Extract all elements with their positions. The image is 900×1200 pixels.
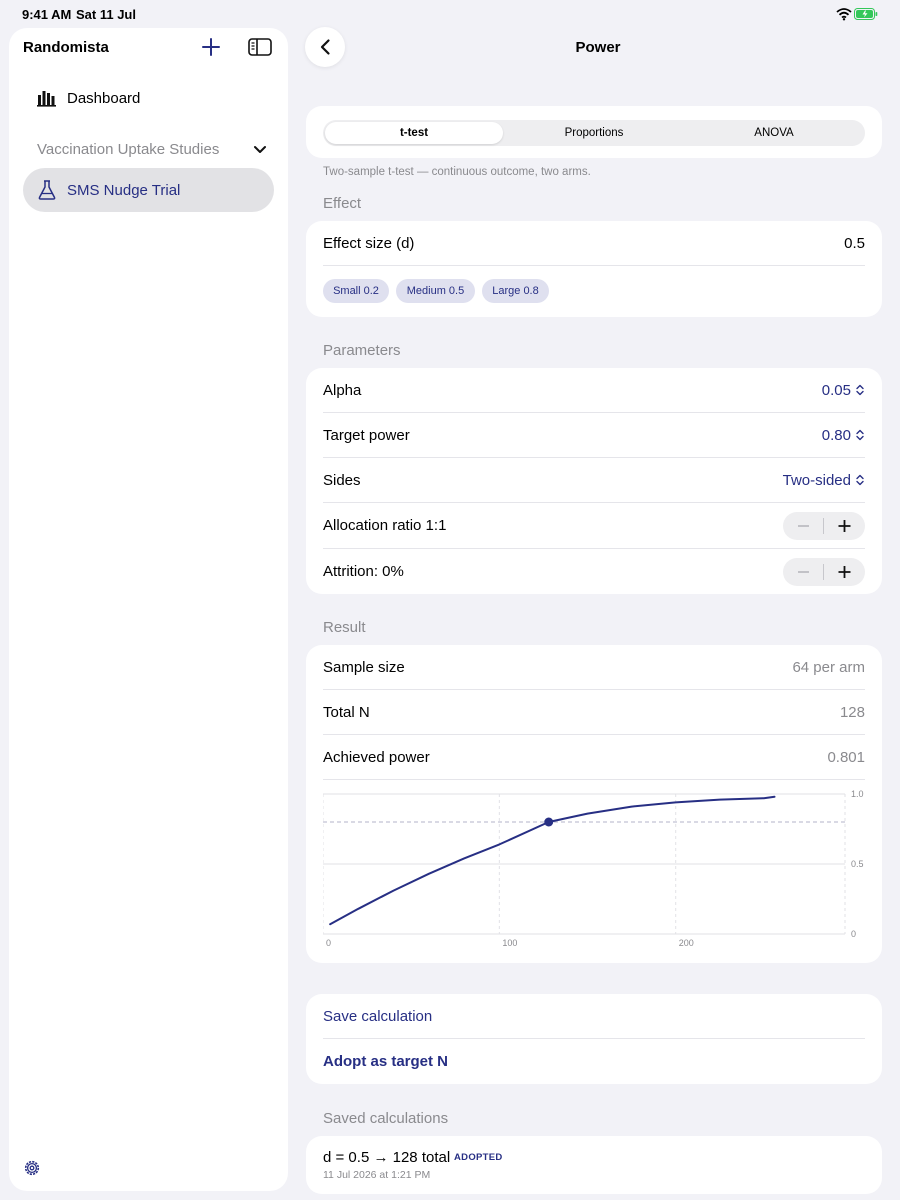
divider	[323, 779, 865, 780]
actions-card: Save calculation Adopt as target N	[306, 994, 882, 1084]
y-tick-label: 0.5	[851, 859, 864, 869]
test-type-card: t-test Proportions ANOVA	[306, 106, 882, 158]
attrition-stepper[interactable]	[783, 558, 865, 586]
minus-icon[interactable]	[783, 558, 824, 586]
sample-size-label: Sample size	[323, 659, 405, 676]
effect-section-header: Effect	[323, 195, 362, 212]
attrition-row: Attrition: 0%	[323, 549, 865, 594]
saved-calculation-date: 11 Jul 2026 at 1:21 PM	[323, 1169, 431, 1181]
x-tick-label: 0	[326, 938, 331, 948]
flask-icon	[38, 180, 56, 200]
chevron-up-down-icon	[856, 384, 864, 396]
alpha-value: 0.05	[821, 382, 851, 399]
divider	[323, 265, 865, 266]
preset-small-chip[interactable]: Small 0.2	[323, 279, 389, 303]
achieved-power-row: Achieved power 0.801	[323, 735, 865, 780]
sidebar-group-label: Vaccination Uptake Studies	[37, 141, 220, 158]
gear-icon[interactable]	[23, 1159, 41, 1177]
effect-size-row[interactable]: Effect size (d) 0.5	[323, 221, 865, 266]
adopt-target-label: Adopt as target N	[323, 1053, 449, 1070]
target-power-row[interactable]: Target power 0.80	[323, 413, 865, 458]
sample-size-value: 64 per arm	[792, 659, 865, 676]
wifi-icon	[836, 8, 852, 21]
current-n-marker	[544, 817, 554, 827]
sides-label: Sides	[323, 472, 361, 489]
target-power-label: Target power	[323, 427, 410, 444]
preset-medium-chip[interactable]: Medium 0.5	[396, 279, 475, 303]
adopted-badge: ADOPTED	[454, 1152, 503, 1163]
adopt-target-button[interactable]: Adopt as target N	[323, 1039, 865, 1084]
achieved-power-value: 0.801	[827, 749, 865, 766]
sides-picker[interactable]: Two-sided	[783, 472, 865, 489]
parameters-section-header: Parameters	[323, 342, 401, 359]
tab-t-test[interactable]: t-test	[325, 122, 503, 144]
result-card: Sample size 64 per arm Total N 128 Achie…	[306, 645, 882, 963]
sides-value: Two-sided	[782, 472, 851, 489]
plus-icon[interactable]	[824, 512, 865, 540]
attrition-label: Attrition: 0%	[323, 563, 404, 580]
saved-calculation-title: d = 0.5 → 128 total	[323, 1149, 451, 1166]
saved-section-header: Saved calculations	[323, 1110, 449, 1127]
app-title: Randomista	[23, 39, 109, 56]
chevron-up-down-icon	[856, 474, 864, 486]
chevron-up-down-icon	[856, 429, 864, 441]
total-n-value: 128	[839, 704, 865, 721]
x-tick-label: 200	[679, 938, 694, 948]
sidebar-item-label: Dashboard	[67, 90, 141, 107]
sidebar-toggle-icon[interactable]	[248, 37, 272, 57]
minus-icon[interactable]	[783, 512, 824, 540]
status-date: Sat 11 Jul	[76, 7, 136, 22]
result-section-header: Result	[323, 619, 366, 636]
sample-size-row: Sample size 64 per arm	[323, 645, 865, 690]
tab-proportions[interactable]: Proportions	[505, 122, 683, 144]
power-curve-chart: 0 100 200 0 0.5 1.0	[323, 789, 864, 948]
total-n-label: Total N	[323, 704, 370, 721]
target-power-picker[interactable]: 0.80	[822, 427, 865, 444]
alpha-row[interactable]: Alpha 0.05	[323, 368, 865, 413]
test-caption: Two-sample t-test — continuous outcome, …	[323, 166, 591, 178]
status-time: 9:41 AM	[22, 7, 72, 22]
x-tick-label: 100	[502, 938, 517, 948]
sidebar-group-header[interactable]: Vaccination Uptake Studies	[37, 139, 267, 161]
effect-card: Effect size (d) 0.5 Small 0.2 Medium 0.5…	[306, 221, 882, 317]
effect-size-label: Effect size (d)	[323, 235, 415, 252]
allocation-stepper[interactable]	[783, 512, 865, 540]
battery-icon	[854, 8, 878, 20]
y-tick-label: 0	[851, 929, 856, 939]
bar-chart-icon	[37, 91, 56, 107]
power-curve-line	[329, 795, 776, 926]
save-calculation-label: Save calculation	[323, 1008, 433, 1025]
preset-large-chip[interactable]: Large 0.8	[482, 279, 549, 303]
parameters-card: Alpha 0.05 Target power 0.80 Sides Two-s…	[306, 368, 882, 594]
alpha-label: Alpha	[323, 382, 362, 399]
effect-size-value[interactable]: 0.5	[844, 235, 865, 252]
page-title: Power	[575, 39, 621, 56]
allocation-row: Allocation ratio 1:1	[323, 503, 865, 548]
target-power-value: 0.80	[821, 427, 851, 444]
saved-calculation-item[interactable]: d = 0.5 → 128 total ADOPTED 11 Jul 2026 …	[306, 1136, 882, 1194]
chevron-down-icon	[254, 146, 266, 153]
allocation-label: Allocation ratio 1:1	[323, 517, 447, 534]
tab-anova[interactable]: ANOVA	[685, 122, 863, 144]
sides-row[interactable]: Sides Two-sided	[323, 458, 865, 503]
total-n-row: Total N 128	[323, 690, 865, 735]
achieved-power-label: Achieved power	[323, 749, 430, 766]
sidebar-item-label: SMS Nudge Trial	[67, 182, 181, 199]
sidebar: Randomista Dashboard Vaccination Uptake …	[9, 28, 288, 1191]
sidebar-item-dashboard[interactable]: Dashboard	[23, 82, 274, 114]
status-bar: 9:41 AM Sat 11 Jul	[0, 0, 900, 28]
save-calculation-button[interactable]: Save calculation	[323, 994, 865, 1039]
plus-icon[interactable]	[824, 558, 865, 586]
test-type-segmented-control: t-test Proportions ANOVA	[323, 120, 865, 146]
alpha-picker[interactable]: 0.05	[822, 382, 865, 399]
add-icon[interactable]	[200, 36, 222, 58]
sidebar-item-sms-nudge-trial[interactable]: SMS Nudge Trial	[23, 168, 274, 212]
y-tick-label: 1.0	[851, 789, 864, 799]
